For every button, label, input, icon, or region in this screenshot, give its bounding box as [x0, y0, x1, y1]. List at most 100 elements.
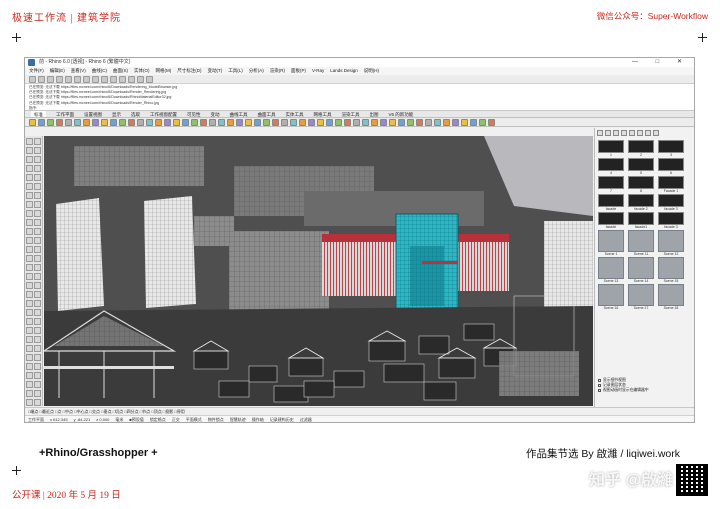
side-tool-icon[interactable] — [34, 309, 41, 316]
side-tool-icon[interactable] — [34, 192, 41, 199]
tool-icon[interactable] — [434, 119, 441, 126]
side-tool-icon[interactable] — [34, 336, 41, 343]
status-item[interactable]: 锁定格点 — [150, 416, 166, 422]
panel-tab-icon[interactable] — [621, 130, 627, 136]
side-tool-icon[interactable] — [34, 354, 41, 361]
status-item[interactable]: x 612.345 — [50, 416, 68, 422]
side-tool-icon[interactable] — [34, 138, 41, 145]
material-swatch[interactable]: facade — [598, 194, 624, 212]
toolbar-button-icon[interactable] — [92, 76, 99, 83]
tool-icon[interactable] — [119, 119, 126, 126]
material-swatch[interactable]: 7 — [598, 176, 624, 194]
side-tool-icon[interactable] — [26, 300, 33, 307]
material-swatch[interactable]: 5 — [628, 158, 654, 176]
material-swatch[interactable]: 4 — [598, 158, 624, 176]
toolbar-tab[interactable]: 标准 — [31, 111, 46, 117]
material-swatch[interactable]: 1 — [598, 140, 624, 158]
tool-icon[interactable] — [56, 119, 63, 126]
status-item[interactable]: z 0.000 — [96, 416, 109, 422]
side-tool-icon[interactable] — [26, 201, 33, 208]
tool-icon[interactable] — [371, 119, 378, 126]
tool-icon[interactable] — [362, 119, 369, 126]
status-item[interactable]: 智慧轨迹 — [230, 416, 246, 422]
menu-item[interactable]: 曲线(C) — [92, 67, 107, 75]
side-tool-icon[interactable] — [26, 219, 33, 226]
side-tool-icon[interactable] — [26, 255, 33, 262]
material-swatch[interactable]: facade — [598, 212, 624, 230]
material-swatch[interactable]: Scene 18 — [658, 284, 684, 311]
side-tool-icon[interactable] — [26, 372, 33, 379]
side-tool-icon[interactable] — [34, 372, 41, 379]
tool-icon[interactable] — [29, 119, 36, 126]
status-item[interactable]: 记录建构历史 — [270, 416, 294, 422]
toolbar-tab[interactable]: 可见性 — [187, 111, 201, 117]
material-swatch[interactable]: facade 2 — [628, 194, 654, 212]
perspective-viewport[interactable] — [44, 136, 593, 406]
side-tool-icon[interactable] — [34, 165, 41, 172]
side-tool-icon[interactable] — [26, 390, 33, 397]
side-tool-icon[interactable] — [34, 201, 41, 208]
material-swatch[interactable]: Scene 16 — [598, 284, 624, 311]
side-tool-icon[interactable] — [34, 147, 41, 154]
side-tool-icon[interactable] — [26, 192, 33, 199]
material-swatch[interactable]: facade 3 — [658, 194, 684, 212]
menu-item[interactable]: V-Ray — [312, 67, 324, 75]
status-item[interactable]: 工作平面 — [28, 416, 44, 422]
side-tool-icon[interactable] — [34, 264, 41, 271]
panel-tab-icon[interactable] — [613, 130, 619, 136]
side-tool-icon[interactable] — [26, 147, 33, 154]
status-item[interactable]: 操作轴 — [252, 416, 264, 422]
tool-icon[interactable] — [101, 119, 108, 126]
material-swatch[interactable]: 8 — [628, 176, 654, 194]
toolbar-button-icon[interactable] — [101, 76, 108, 83]
side-tool-icon[interactable] — [34, 183, 41, 190]
side-tool-icon[interactable] — [34, 228, 41, 235]
menu-item[interactable]: 编辑(E) — [50, 67, 65, 75]
material-swatch[interactable]: 6 — [658, 158, 684, 176]
menu-item[interactable]: 工具(L) — [228, 67, 243, 75]
tool-icon[interactable] — [146, 119, 153, 126]
side-tool-icon[interactable] — [34, 156, 41, 163]
toolbar-tab[interactable]: 曲面工具 — [258, 111, 276, 117]
toolbar-tab[interactable]: 工作平面 — [56, 111, 74, 117]
toolbar-button-icon[interactable] — [29, 76, 36, 83]
material-swatch[interactable]: Scene 17 — [628, 284, 654, 311]
tool-icon[interactable] — [470, 119, 477, 126]
window-controls[interactable]: — □ ✕ — [632, 58, 690, 67]
tool-icon[interactable] — [254, 119, 261, 126]
menu-item[interactable]: 面板(P) — [291, 67, 306, 75]
side-tool-icon[interactable] — [26, 291, 33, 298]
toolbar-tab[interactable]: 网格工具 — [314, 111, 332, 117]
tool-icon[interactable] — [380, 119, 387, 126]
tool-icon[interactable] — [227, 119, 234, 126]
material-swatch[interactable]: facade 3 — [658, 212, 684, 230]
side-tool-icon[interactable] — [34, 291, 41, 298]
tool-icon[interactable] — [326, 119, 333, 126]
tool-icon[interactable] — [173, 119, 180, 126]
tool-icon[interactable] — [272, 119, 279, 126]
toolbar-tab[interactable]: 实体工具 — [286, 111, 304, 117]
side-tool-icon[interactable] — [34, 219, 41, 226]
side-tool-icon[interactable] — [26, 264, 33, 271]
side-tool-icon[interactable] — [26, 165, 33, 172]
tool-icon[interactable] — [83, 119, 90, 126]
tool-icon[interactable] — [461, 119, 468, 126]
tool-icon[interactable] — [344, 119, 351, 126]
side-tool-icon[interactable] — [26, 345, 33, 352]
side-tool-icon[interactable] — [26, 273, 33, 280]
toolbar-tab[interactable]: 出图 — [370, 111, 379, 117]
tool-icon[interactable] — [47, 119, 54, 126]
panel-tab-icon[interactable] — [637, 130, 643, 136]
toolbar-button-icon[interactable] — [110, 76, 117, 83]
side-tool-icon[interactable] — [26, 327, 33, 334]
toolbar-tab[interactable]: 显示 — [112, 111, 121, 117]
side-tool-icon[interactable] — [26, 336, 33, 343]
side-tool-icon[interactable] — [34, 345, 41, 352]
side-tool-icon[interactable] — [26, 183, 33, 190]
panel-tab-icon[interactable] — [645, 130, 651, 136]
side-tool-icon[interactable] — [26, 282, 33, 289]
menu-item[interactable]: 网格(M) — [156, 67, 172, 75]
material-swatch[interactable]: Scene 15 — [658, 257, 684, 284]
menu-item[interactable]: 实体(O) — [134, 67, 150, 75]
tool-icon[interactable] — [209, 119, 216, 126]
